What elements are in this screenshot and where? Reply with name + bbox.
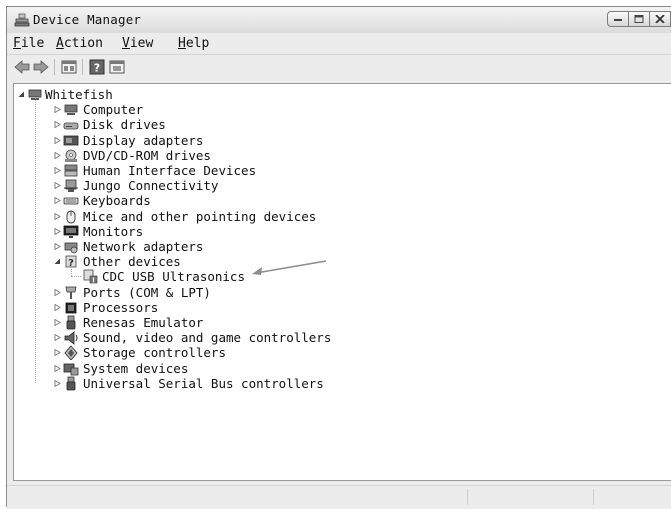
network-adapter-icon	[64, 242, 78, 254]
status-pane	[593, 489, 671, 505]
close-icon	[655, 15, 665, 23]
tree-node-label: CDC USB Ultrasonics	[102, 269, 245, 285]
tree-node-label: Disk drives	[83, 117, 166, 133]
device-manager-window: Device Manager File Action View Help ? W…	[6, 6, 671, 509]
pointer-arrow-icon	[252, 260, 327, 276]
collapse-arrow-icon[interactable]	[18, 91, 25, 98]
back-icon[interactable]	[13, 59, 31, 75]
tree-node-label: Universal Serial Bus controllers	[83, 375, 324, 391]
tree-connector	[71, 276, 81, 278]
properties-icon[interactable]	[60, 59, 78, 75]
expand-arrow-icon[interactable]	[54, 364, 61, 372]
tree-node-label: Monitors	[83, 223, 144, 239]
storage-controller-icon	[64, 345, 78, 361]
tree-node-label: Display adapters	[83, 132, 204, 148]
monitor-icon	[63, 225, 79, 238]
tree-node-label: Other devices	[83, 254, 181, 270]
status-pane	[467, 489, 594, 505]
disk-drive-icon	[63, 122, 79, 130]
expand-arrow-icon[interactable]	[54, 106, 61, 114]
expand-arrow-icon[interactable]	[54, 167, 61, 174]
expand-arrow-icon[interactable]	[54, 121, 61, 129]
tree-node-label: Mice and other pointing devices	[83, 208, 317, 224]
svg-text:!: !	[92, 277, 95, 285]
expand-arrow-icon[interactable]	[54, 243, 61, 250]
expand-arrow-icon[interactable]	[54, 334, 61, 342]
device-manager-icon	[14, 13, 30, 27]
usb-icon	[66, 315, 76, 330]
close-button[interactable]	[649, 11, 671, 27]
tree-node-label: Processors	[83, 299, 159, 315]
tree-node-label: Network adapters	[83, 239, 204, 254]
menu-action[interactable]: Action	[56, 36, 103, 51]
port-icon	[65, 286, 77, 299]
forward-icon[interactable]	[32, 59, 50, 75]
minimize-icon	[614, 19, 622, 21]
unknown-device-icon: !	[83, 269, 98, 285]
expand-arrow-icon[interactable]	[54, 182, 61, 190]
status-bar	[7, 485, 671, 509]
expand-arrow-icon[interactable]	[54, 212, 61, 220]
update-driver-icon[interactable]	[108, 59, 126, 75]
system-devices-icon	[63, 363, 79, 375]
expand-arrow-icon[interactable]	[54, 349, 61, 357]
window-controls	[607, 11, 671, 27]
tree-node-label: Storage controllers	[83, 345, 226, 361]
maximize-button[interactable]	[628, 11, 650, 27]
tree-node-label: DVD/CD-ROM drives	[83, 147, 211, 163]
toolbar: ?	[7, 54, 671, 79]
tree-node-label: Keyboards	[83, 193, 151, 209]
tree-node-label: Jungo Connectivity	[83, 178, 219, 194]
menu-bar: File Action View Help	[7, 34, 671, 54]
hid-icon	[64, 164, 78, 177]
tree-node-label: Computer	[83, 102, 144, 118]
expand-arrow-icon[interactable]	[54, 136, 61, 144]
minimize-button[interactable]	[607, 11, 629, 27]
collapse-arrow-icon[interactable]	[54, 258, 61, 265]
expand-arrow-icon[interactable]	[54, 379, 61, 387]
maximize-icon	[634, 15, 644, 23]
title-bar[interactable]: Device Manager	[7, 7, 671, 33]
mouse-icon	[66, 210, 76, 224]
expand-arrow-icon[interactable]	[54, 197, 61, 205]
toolbar-separator	[82, 59, 83, 75]
tree-root-label: Whitefish	[45, 87, 113, 102]
menu-help[interactable]: Help	[178, 36, 209, 51]
tree-node-label: Ports (COM & LPT)	[83, 284, 211, 300]
expand-arrow-icon[interactable]	[54, 288, 61, 296]
tree-node-label: Renesas Emulator	[83, 315, 204, 330]
display-adapter-icon	[63, 135, 79, 145]
help-icon[interactable]: ?	[88, 59, 106, 75]
tree-node-label: System devices	[83, 360, 189, 376]
toolbar-separator	[54, 59, 55, 75]
expand-arrow-icon[interactable]	[54, 151, 61, 159]
computer-icon	[64, 104, 78, 116]
sound-icon	[64, 331, 78, 346]
processor-icon	[65, 302, 77, 314]
jungo-icon	[64, 179, 78, 193]
device-tree[interactable]: Whitefish Computer Disk drives Display adap…	[13, 83, 671, 481]
tree-connector	[71, 265, 72, 277]
expand-arrow-icon[interactable]	[54, 227, 61, 235]
expand-arrow-icon[interactable]	[54, 303, 61, 311]
svg-text:?: ?	[94, 62, 100, 75]
menu-view[interactable]: View	[122, 36, 153, 51]
expand-arrow-icon[interactable]	[54, 319, 61, 326]
menu-file[interactable]: File	[13, 36, 44, 51]
dvd-drive-icon	[65, 149, 77, 162]
keyboard-icon	[63, 197, 79, 205]
tree-connector	[35, 98, 36, 383]
tree-node-label: Human Interface Devices	[83, 163, 257, 178]
tree-node-label: Sound, video and game controllers	[83, 330, 332, 346]
window-title: Device Manager	[33, 12, 142, 27]
usb-icon	[66, 376, 76, 391]
